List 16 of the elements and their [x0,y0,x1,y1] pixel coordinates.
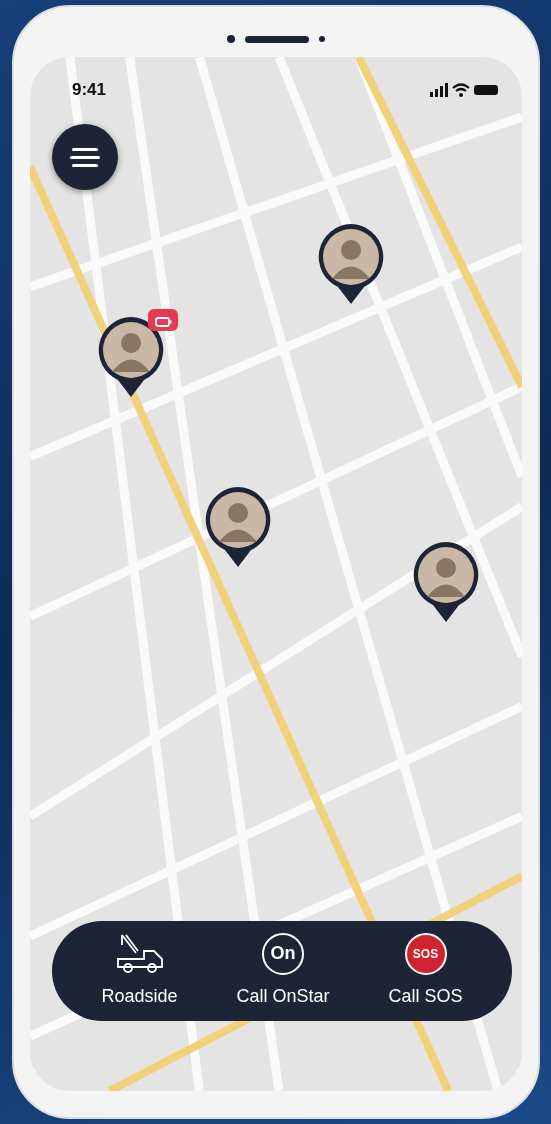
sensor-icon [319,36,325,42]
status-time: 9:41 [72,79,107,101]
speaker-icon [245,35,309,43]
action-button[interactable]: On Call OnStar [236,932,330,1010]
person-pin[interactable] [411,540,481,624]
person-pin[interactable] [96,315,166,399]
action-button[interactable]: Roadside [101,932,178,1010]
battery-icon [474,84,498,95]
person-pin[interactable] [203,485,273,569]
wifi-icon [452,82,470,97]
action-button[interactable]: SOS Call SOS [388,932,463,1010]
signal-icon [430,82,448,97]
sos-icon: SOS [404,932,447,975]
logo-icon: On [262,932,304,975]
person-pin[interactable] [316,222,386,306]
camera-icon [227,35,235,43]
